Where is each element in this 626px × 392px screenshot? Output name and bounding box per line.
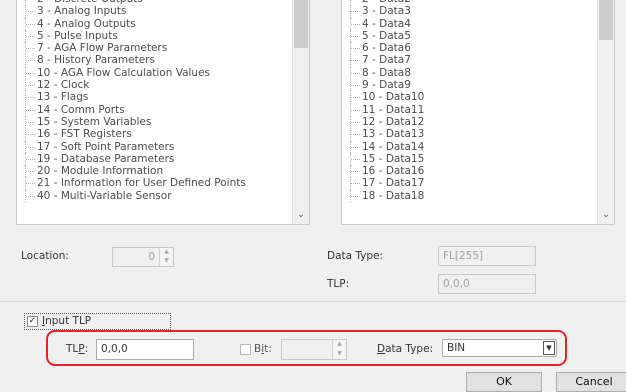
tlp-label-colon: :	[84, 343, 89, 355]
tree-item[interactable]: 16 - Data16	[342, 165, 424, 178]
tree-item[interactable]: 3 - Data3	[342, 5, 424, 18]
tree-item[interactable]: 20 - Module Information	[17, 165, 246, 178]
dropdown-arrow-icon[interactable]: ▼	[543, 341, 555, 355]
bit-label: Bit:	[254, 343, 272, 355]
location-spinbox[interactable]: 0 ▲ ▼	[112, 247, 174, 267]
point-type-scrollbar[interactable]: ⌄	[292, 0, 309, 224]
tree-item[interactable]: 14 - Data14	[342, 140, 424, 154]
tree-item[interactable]: 14 - Comm Ports	[17, 103, 246, 117]
tree-item[interactable]: 17 - Soft Point Parameters	[17, 140, 246, 154]
logical-number-scrollbar[interactable]: ⌄	[597, 0, 614, 224]
tree-item[interactable]: 40 - Multi-Variable Sensor	[17, 189, 246, 203]
tree-item[interactable]: 18 - Data18	[342, 189, 424, 203]
point-type-tree[interactable]: 2 - Discrete Outputs3 - Analog Inputs4 -…	[16, 0, 310, 225]
bit-spinbox[interactable]: ▲ ▼	[281, 339, 347, 360]
spin-up-icon[interactable]: ▲	[160, 248, 173, 257]
tree-item[interactable]: 15 - Data15	[342, 152, 424, 166]
tlp-display: 0,0,0	[438, 274, 536, 294]
tree-item[interactable]: 16 - FST Registers	[17, 128, 246, 141]
logical-number-tree[interactable]: 2 - Data23 - Data34 - Data45 - Data56 - …	[341, 0, 615, 225]
tree-item[interactable]: 12 - Data12	[342, 115, 424, 129]
tree-item[interactable]: 7 - AGA Flow Parameters	[17, 42, 246, 55]
tree-item[interactable]: 6 - Data6	[342, 42, 424, 55]
point-selection-area: 2 - Discrete Outputs3 - Analog Inputs4 -…	[0, 0, 626, 236]
tree-item[interactable]: 3 - Analog Inputs	[17, 5, 246, 18]
data-type-display: FL[255]	[438, 246, 536, 266]
tree-item[interactable]: 11 - Data11	[342, 103, 424, 117]
tree-item[interactable]: 4 - Data4	[342, 17, 424, 31]
scroll-thumb[interactable]	[599, 0, 613, 40]
spin-down-icon[interactable]: ▼	[333, 350, 346, 360]
tree-item[interactable]: 8 - History Parameters	[17, 54, 246, 68]
input-tlp-checkbox[interactable]: ✓	[27, 316, 38, 327]
tree-item[interactable]: 13 - Flags	[17, 91, 246, 104]
chevron-down-icon[interactable]: ⌄	[293, 209, 309, 221]
data-type-accesskey: D	[377, 343, 386, 355]
tree-item[interactable]: 19 - Database Parameters	[17, 152, 246, 166]
input-tlp-label-rest: nput TLP	[45, 315, 92, 327]
data-type-input-label: Data Type:	[377, 343, 433, 355]
point-type-list: 2 - Discrete Outputs3 - Analog Inputs4 -…	[17, 0, 246, 203]
chevron-down-icon[interactable]: ⌄	[598, 209, 614, 221]
tree-item[interactable]: 13 - Data13	[342, 128, 424, 141]
cancel-button[interactable]: Cancel	[556, 372, 626, 392]
input-tlp-label: Input TLP	[42, 315, 91, 327]
tlp-label-part: TL	[66, 343, 79, 355]
tree-item[interactable]: 10 - Data10	[342, 91, 424, 104]
data-type-combo[interactable]: BIN ▼	[442, 339, 557, 357]
spin-down-icon[interactable]: ▼	[160, 257, 173, 266]
tree-item[interactable]: 21 - Information for User Defined Points	[17, 177, 246, 191]
tlp-input-label: TLP:	[66, 343, 88, 355]
section-divider	[0, 301, 626, 302]
logical-number-list: 2 - Data23 - Data34 - Data45 - Data56 - …	[342, 0, 424, 203]
tree-item[interactable]: 5 - Data5	[342, 29, 424, 43]
spin-up-icon[interactable]: ▲	[333, 340, 346, 350]
bit-checkbox[interactable]	[240, 344, 251, 355]
data-type-combo-value: BIN	[447, 342, 466, 354]
tree-item[interactable]: 9 - Data9	[342, 79, 424, 92]
bit-label-colon: t:	[264, 343, 272, 355]
checkmark-icon: ✓	[28, 316, 37, 326]
tree-item[interactable]: 12 - Clock	[17, 79, 246, 92]
tree-item[interactable]: 15 - System Variables	[17, 115, 246, 129]
location-spin-buttons[interactable]: ▲ ▼	[159, 248, 173, 266]
ok-button[interactable]: OK	[466, 372, 542, 392]
tree-item[interactable]: 10 - AGA Flow Calculation Values	[17, 66, 246, 80]
tree-item[interactable]: 5 - Pulse Inputs	[17, 29, 246, 43]
tlp-label: TLP:	[327, 278, 350, 290]
tree-item[interactable]: 4 - Analog Outputs	[17, 17, 246, 31]
data-type-label: Data Type:	[327, 250, 384, 262]
bit-spin-buttons[interactable]: ▲ ▼	[332, 340, 346, 359]
location-value: 0	[148, 251, 155, 263]
location-label: Location:	[21, 250, 69, 262]
tree-item[interactable]: 8 - Data8	[342, 66, 424, 80]
tree-item[interactable]: 17 - Data17	[342, 177, 424, 191]
scroll-thumb[interactable]	[294, 0, 308, 48]
tree-item[interactable]: 7 - Data7	[342, 54, 424, 68]
data-type-label-rest: ata Type:	[385, 343, 434, 355]
tlp-input[interactable]: 0,0,0	[96, 339, 194, 360]
